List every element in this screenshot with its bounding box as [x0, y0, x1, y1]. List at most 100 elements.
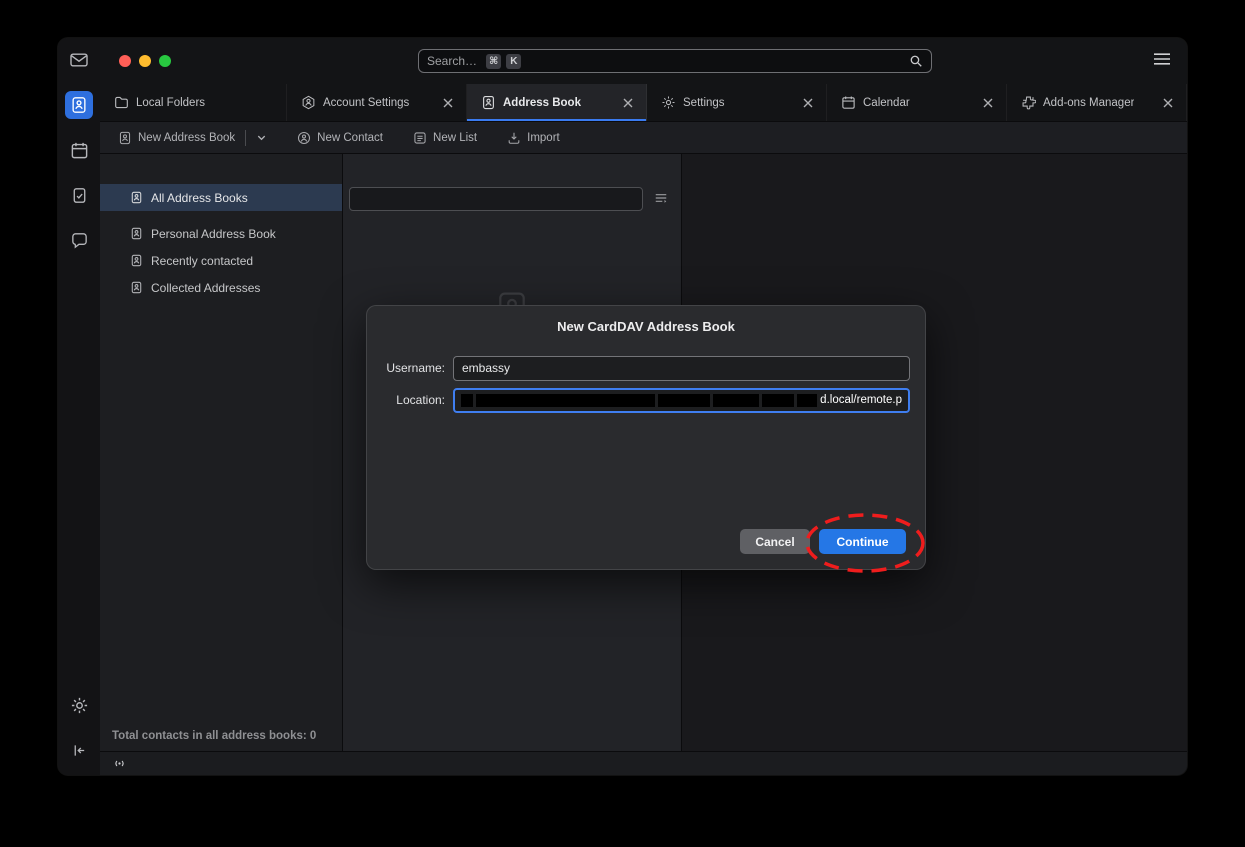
- book-item-all-address-books[interactable]: All Address Books: [100, 184, 342, 211]
- calendar-icon: [70, 141, 89, 160]
- tasks-icon: [70, 186, 89, 205]
- chevron-down-icon[interactable]: [256, 132, 267, 143]
- tasks-space-button[interactable]: [65, 181, 93, 209]
- app-window: Search… ⌘ K Local Folders: [58, 38, 1187, 775]
- collapse-arrow-icon: [71, 742, 88, 759]
- location-field[interactable]: d.local/remote.p: [453, 388, 910, 413]
- username-row: Username:: [381, 355, 910, 381]
- address-book-icon: [130, 254, 143, 267]
- new-list-label: New List: [433, 132, 477, 144]
- puzzle-icon: [1021, 95, 1036, 110]
- search-placeholder: Search…: [427, 54, 477, 68]
- tab-add-ons-manager[interactable]: Add-ons Manager: [1007, 84, 1187, 121]
- import-button[interactable]: Import: [501, 128, 566, 148]
- address-books-pane: All Address Books Personal Address Book …: [100, 154, 342, 751]
- address-book-icon: [130, 281, 143, 294]
- total-contacts-status: Total contacts in all address books: 0: [112, 730, 316, 742]
- search-icon: [909, 54, 923, 68]
- new-list-button[interactable]: New List: [407, 128, 483, 148]
- chat-icon: [70, 231, 89, 250]
- book-item-label: Recently contacted: [151, 254, 253, 268]
- calendar-space-button[interactable]: [65, 136, 93, 164]
- address-book-toolbar: New Address Book New Contact New List: [100, 121, 1187, 154]
- username-field[interactable]: [453, 356, 910, 381]
- tab-local-folders[interactable]: Local Folders: [100, 84, 287, 121]
- new-address-book-label: New Address Book: [138, 132, 235, 144]
- status-bar: [100, 751, 1187, 775]
- calendar-icon: [841, 95, 856, 110]
- zoom-window-button[interactable]: [159, 55, 171, 67]
- tab-label: Settings: [683, 97, 725, 109]
- redaction-block: [762, 394, 794, 407]
- redaction-block: [461, 394, 473, 407]
- spaces-settings-button[interactable]: [65, 691, 93, 719]
- close-window-button[interactable]: [119, 55, 131, 67]
- k-key-badge: K: [506, 54, 521, 69]
- continue-button[interactable]: Continue: [819, 529, 906, 554]
- username-label: Username:: [381, 361, 445, 375]
- redaction-block: [713, 394, 759, 407]
- redaction-block: [476, 394, 655, 407]
- tab-label: Account Settings: [323, 97, 409, 109]
- account-settings-icon: [301, 95, 316, 110]
- location-row: Location: d.local/remote.p: [381, 387, 910, 413]
- tab-account-settings[interactable]: Account Settings: [287, 84, 467, 121]
- address-book-icon: [70, 96, 88, 114]
- tab-close-icon[interactable]: [1160, 95, 1176, 111]
- contacts-search-input[interactable]: [349, 187, 643, 211]
- tab-close-icon[interactable]: [440, 95, 456, 111]
- book-item-collected-addresses[interactable]: Collected Addresses: [100, 274, 342, 301]
- tab-address-book[interactable]: Address Book: [467, 84, 647, 121]
- global-search[interactable]: Search… ⌘ K: [418, 49, 932, 73]
- tab-close-icon[interactable]: [800, 95, 816, 111]
- tab-label: Local Folders: [136, 97, 205, 109]
- broadcast-status-icon: [112, 756, 127, 771]
- book-item-label: All Address Books: [151, 191, 248, 205]
- dialog-title: New CardDAV Address Book: [367, 319, 925, 334]
- new-contact-label: New Contact: [317, 132, 383, 144]
- gear-icon: [70, 696, 89, 715]
- book-item-personal-address-book[interactable]: Personal Address Book: [100, 220, 342, 247]
- new-carddav-dialog: New CardDAV Address Book Username: Locat…: [366, 305, 926, 570]
- app-menu-icon[interactable]: [1153, 52, 1171, 66]
- mail-space-button[interactable]: [65, 46, 93, 74]
- book-item-label: Collected Addresses: [151, 281, 260, 295]
- book-item-label: Personal Address Book: [151, 227, 276, 241]
- traffic-lights: [100, 55, 171, 67]
- tab-label: Add-ons Manager: [1043, 97, 1134, 109]
- tab-label: Address Book: [503, 97, 581, 109]
- location-visible-text: d.local/remote.p: [820, 394, 902, 406]
- redaction-block: [797, 394, 817, 407]
- new-address-book-button[interactable]: New Address Book: [112, 127, 273, 149]
- new-contact-icon: [297, 131, 311, 145]
- minimize-window-button[interactable]: [139, 55, 151, 67]
- book-item-recently-contacted[interactable]: Recently contacted: [100, 247, 342, 274]
- tab-bar: Local Folders Account Settings Address B…: [100, 84, 1187, 121]
- cancel-button[interactable]: Cancel: [740, 529, 810, 554]
- titlebar: Search… ⌘ K: [100, 38, 1187, 84]
- tab-close-icon[interactable]: [980, 95, 996, 111]
- new-contact-button[interactable]: New Contact: [291, 128, 389, 148]
- location-label: Location:: [381, 393, 445, 407]
- address-book-icon: [130, 227, 143, 240]
- collapse-spaces-button[interactable]: [65, 736, 93, 764]
- tab-calendar[interactable]: Calendar: [827, 84, 1007, 121]
- cmd-key-badge: ⌘: [486, 54, 501, 69]
- mail-icon: [69, 50, 89, 70]
- tab-label: Calendar: [863, 97, 910, 109]
- button-divider: [245, 130, 246, 146]
- redaction-block: [658, 394, 710, 407]
- address-book-icon: [130, 191, 143, 204]
- import-label: Import: [527, 132, 560, 144]
- new-list-icon: [413, 131, 427, 145]
- address-book-icon: [118, 131, 132, 145]
- display-options-icon[interactable]: [654, 191, 668, 205]
- dialog-buttons: Cancel Continue: [740, 529, 906, 554]
- import-icon: [507, 131, 521, 145]
- chat-space-button[interactable]: [65, 226, 93, 254]
- gear-icon: [661, 95, 676, 110]
- tab-settings[interactable]: Settings: [647, 84, 827, 121]
- tab-close-icon[interactable]: [620, 95, 636, 111]
- address-book-icon: [481, 95, 496, 110]
- address-book-space-button[interactable]: [65, 91, 93, 119]
